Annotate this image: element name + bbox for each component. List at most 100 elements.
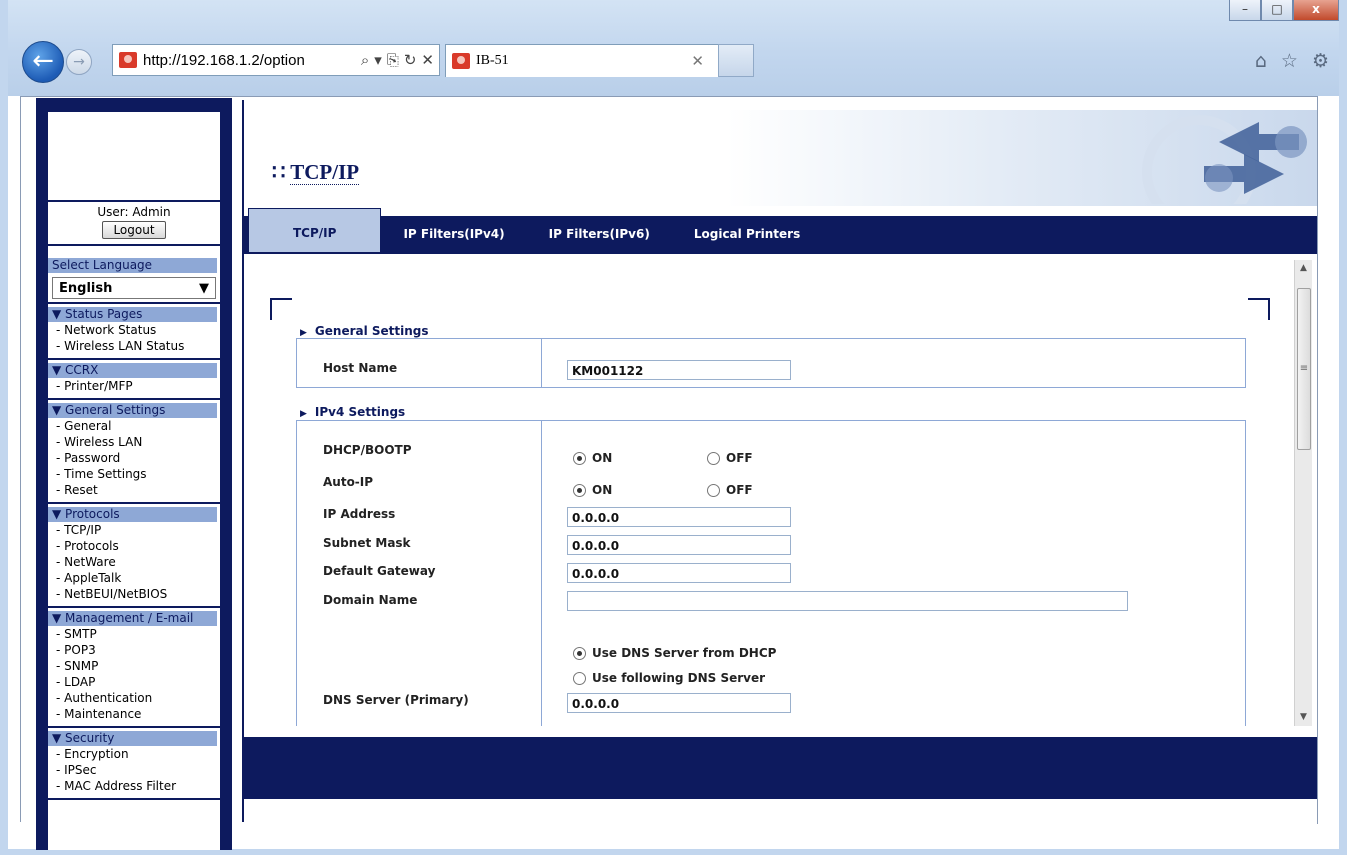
tab-logical-printers[interactable]: Logical Printers <box>672 216 822 252</box>
sidebar-section-heading[interactable]: ▼ Status Pages <box>48 307 217 322</box>
search-icon[interactable]: ⌕ <box>361 51 369 69</box>
sidebar-section: ▼ Status Pages - Network Status - Wireless… <box>48 304 220 360</box>
radio-selected-icon <box>573 451 586 465</box>
column-divider <box>541 339 542 387</box>
gear-icon[interactable]: ⚙ <box>1312 50 1329 72</box>
settings-form: General Settings Host Name KM001122 IPv4… <box>244 260 1294 726</box>
sidebar-link[interactable]: - Wireless LAN Status <box>48 338 220 354</box>
sidebar-section: ▼ Management / E-mail - SMTP - POP3- SNMP -… <box>48 608 220 728</box>
favorites-star-icon[interactable]: ☆ <box>1281 50 1298 72</box>
tab-ip-filters-ipv4[interactable]: IP Filters(IPv4) <box>381 216 526 252</box>
new-tab-button[interactable] <box>718 44 754 77</box>
tab-tcpip[interactable]: TCP/IP <box>248 208 382 254</box>
radio-unselected-icon <box>707 483 720 497</box>
forward-arrow-icon: → <box>73 54 85 70</box>
sidebar-section-heading[interactable]: ▼ General Settings <box>48 403 217 418</box>
frame-corner <box>1248 298 1270 320</box>
domain-name-field[interactable] <box>567 591 1128 611</box>
sidebar-link[interactable]: - General <box>48 418 220 434</box>
dns-manual-radio[interactable]: Use following DNS Server <box>573 671 765 685</box>
sidebar: User: Admin Logout Select Language Engli… <box>36 98 232 850</box>
sidebar-section-heading[interactable]: ▼ Protocols <box>48 507 217 522</box>
language-select[interactable]: English ▼ <box>52 277 216 299</box>
sidebar-link[interactable]: - NetBEUI/NetBIOS <box>48 586 220 602</box>
default-gateway-field[interactable]: 0.0.0.0 <box>567 563 791 583</box>
sidebar-link[interactable]: - Authentication <box>48 690 220 706</box>
sidebar-sections: ▼ Status Pages - Network Status - Wireless… <box>48 304 220 800</box>
sidebar-link[interactable]: - Network Status <box>48 322 220 338</box>
stop-icon[interactable]: ✕ <box>421 51 434 69</box>
tab-underline <box>244 252 1317 254</box>
default-gateway-label: Default Gateway <box>323 564 436 578</box>
dns-from-dhcp-radio[interactable]: Use DNS Server from DHCP <box>573 646 776 660</box>
radio-unselected-icon <box>707 451 720 465</box>
sidebar-section: ▼ Security - Encryption - IPSec - MAC Addre… <box>48 728 220 800</box>
dhcp-off-radio[interactable]: OFF <box>707 451 753 465</box>
address-url[interactable]: http://192.168.1.2/option <box>143 52 361 69</box>
ip-address-label: IP Address <box>323 507 396 521</box>
sidebar-link[interactable]: - Time Settings <box>48 466 220 482</box>
sidebar-link[interactable]: - Printer/MFP <box>48 378 220 394</box>
tab-close-icon[interactable]: ✕ <box>691 52 704 70</box>
dns-from-dhcp-label: Use DNS Server from DHCP <box>592 646 777 660</box>
minimize-button[interactable]: – <box>1229 0 1261 21</box>
ip-address-field[interactable]: 0.0.0.0 <box>567 507 791 527</box>
tab-ip-filters-ipv6[interactable]: IP Filters(IPv6) <box>527 216 672 252</box>
maximize-button[interactable]: □ <box>1261 0 1293 21</box>
back-arrow-icon: ← <box>32 46 54 76</box>
sidebar-link[interactable]: - MAC Address Filter <box>48 778 220 794</box>
logout-button[interactable]: Logout <box>102 221 166 239</box>
compatibility-view-icon[interactable]: ⎘ <box>387 51 399 69</box>
sidebar-link[interactable]: - SNMP <box>48 658 220 674</box>
ipv4-settings-heading: IPv4 Settings <box>300 405 405 419</box>
autoip-off-radio[interactable]: OFF <box>707 483 753 497</box>
sidebar-link[interactable]: - NetWare <box>48 554 220 570</box>
forward-button[interactable]: → <box>66 49 92 75</box>
sidebar-link[interactable]: - POP3 <box>48 642 220 658</box>
address-bar[interactable]: http://192.168.1.2/option ⌕ ▾ ⎘ ↻ ✕ <box>112 44 440 76</box>
scroll-thumb[interactable]: ≡ <box>1297 288 1311 450</box>
sidebar-link[interactable]: - SMTP <box>48 626 220 642</box>
dropdown-icon[interactable]: ▾ <box>374 51 382 69</box>
dhcp-on-label: ON <box>592 451 613 465</box>
host-name-label: Host Name <box>323 361 398 375</box>
scroll-up-arrow-icon[interactable]: ▲ <box>1295 260 1312 277</box>
window-controls: – □ x <box>1229 0 1339 22</box>
sidebar-link[interactable]: - IPSec <box>48 762 220 778</box>
autoip-off-label: OFF <box>726 483 753 497</box>
sidebar-section: ▼ CCRX - Printer/MFP <box>48 360 220 400</box>
sidebar-link[interactable]: - TCP/IP <box>48 522 220 538</box>
tab-list: TCP/IP IP Filters(IPv4) IP Filters(IPv6)… <box>248 208 822 254</box>
title-bullet-icon: ∷ <box>272 160 286 184</box>
home-icon[interactable]: ⌂ <box>1255 50 1267 72</box>
content-scrollbar[interactable]: ▲ ≡ ▼ <box>1294 260 1312 726</box>
general-settings-box: Host Name KM001122 <box>296 338 1246 388</box>
dhcp-on-radio[interactable]: ON <box>573 451 612 465</box>
radio-selected-icon <box>573 646 586 660</box>
sidebar-link[interactable]: - Encryption <box>48 746 220 762</box>
sidebar-link[interactable]: - Maintenance <box>48 706 220 722</box>
auto-ip-label: Auto-IP <box>323 475 374 489</box>
back-button[interactable]: ← <box>22 41 64 83</box>
sidebar-link[interactable]: - Wireless LAN <box>48 434 220 450</box>
scroll-down-arrow-icon[interactable]: ▼ <box>1295 709 1312 726</box>
sidebar-section-heading[interactable]: ▼ Security <box>48 731 217 746</box>
autoip-on-label: ON <box>592 483 613 497</box>
refresh-icon[interactable]: ↻ <box>404 51 417 69</box>
browser-tab[interactable]: IB-51 ✕ <box>445 44 719 77</box>
subnet-mask-field[interactable]: 0.0.0.0 <box>567 535 791 555</box>
sidebar-link[interactable]: - Password <box>48 450 220 466</box>
autoip-on-radio[interactable]: ON <box>573 483 612 497</box>
sidebar-section-heading[interactable]: ▼ Management / E-mail <box>48 611 217 626</box>
sidebar-section-heading[interactable]: ▼ CCRX <box>48 363 217 378</box>
dns-primary-field[interactable]: 0.0.0.0 <box>567 693 791 713</box>
sidebar-link[interactable]: - AppleTalk <box>48 570 220 586</box>
sidebar-link[interactable]: - Protocols <box>48 538 220 554</box>
tab-title: IB-51 <box>476 53 509 68</box>
sidebar-link[interactable]: - LDAP <box>48 674 220 690</box>
close-window-button[interactable]: x <box>1293 0 1339 21</box>
sidebar-section: ▼ General Settings - General - Wireless LA… <box>48 400 220 504</box>
host-name-field[interactable]: KM001122 <box>567 360 791 380</box>
sidebar-link[interactable]: - Reset <box>48 482 220 498</box>
sidebar-panel: User: Admin Logout Select Language Engli… <box>48 112 220 850</box>
